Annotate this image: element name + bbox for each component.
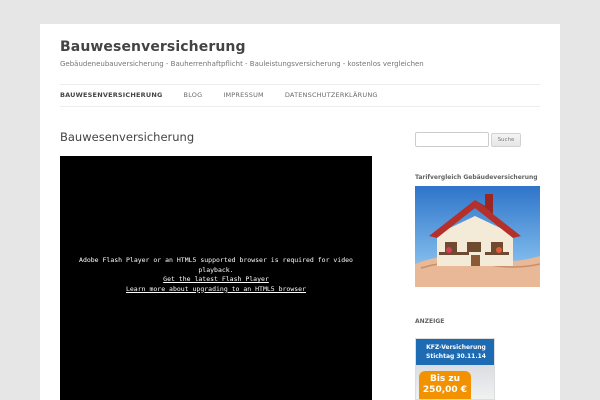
search-button[interactable]: Suche xyxy=(491,133,521,147)
ad-badge-line-2: 250,00 € xyxy=(422,385,468,395)
ad-header: KFZ-Versicherung Stichtag 30.11.14 xyxy=(416,339,494,365)
html5-browser-link[interactable]: Learn more about upgrading to an HTML5 b… xyxy=(70,285,362,295)
site-title[interactable]: Bauwesenversicherung xyxy=(60,39,246,55)
widget-title-tarifvergleich: Tarifvergleich Gebäudeversicherung xyxy=(415,174,538,181)
video-fallback-text: Adobe Flash Player or an HTML5 supported… xyxy=(79,256,353,274)
house-on-hand-image[interactable] xyxy=(415,186,540,287)
page-title: Bauwesenversicherung xyxy=(60,130,195,144)
house-illustration xyxy=(415,194,540,287)
ad-line-2: Stichtag 30.11.14 xyxy=(426,353,486,360)
nav-item-datenschutzerklaerung[interactable]: Datenschutzerklärung xyxy=(285,91,378,99)
video-fallback-message: Adobe Flash Player or an HTML5 supported… xyxy=(70,256,362,294)
nav-item-impressum[interactable]: Impressum xyxy=(223,91,264,99)
nav-item-blog[interactable]: Blog xyxy=(184,91,203,99)
advertisement-banner[interactable]: KFZ-Versicherung Stichtag 30.11.14 Bis z… xyxy=(415,338,495,400)
site-description: Gebäudeneubauversicherung - Bauherrenhaf… xyxy=(60,60,424,68)
main-navigation: Bauwesenversicherung Blog Impressum Date… xyxy=(60,91,378,99)
ad-price-badge: Bis zu 250,00 € xyxy=(419,371,471,399)
search-input[interactable] xyxy=(415,132,489,147)
ad-body: Bis zu 250,00 € xyxy=(416,365,494,399)
widget-title-anzeige: ANZEIGE xyxy=(415,318,445,325)
nav-divider-top xyxy=(60,84,540,85)
flash-player-link[interactable]: Get the latest Flash Player xyxy=(70,275,362,285)
nav-divider-bottom xyxy=(60,106,540,107)
ad-badge-line-1: Bis zu xyxy=(429,374,461,384)
ad-line-1: KFZ-Versicherung xyxy=(426,344,486,351)
nav-item-bauwesenversicherung[interactable]: Bauwesenversicherung xyxy=(60,91,163,99)
video-player[interactable]: Adobe Flash Player or an HTML5 supported… xyxy=(60,156,372,400)
page-container: Bauwesenversicherung Gebäudeneubauversic… xyxy=(40,24,560,400)
